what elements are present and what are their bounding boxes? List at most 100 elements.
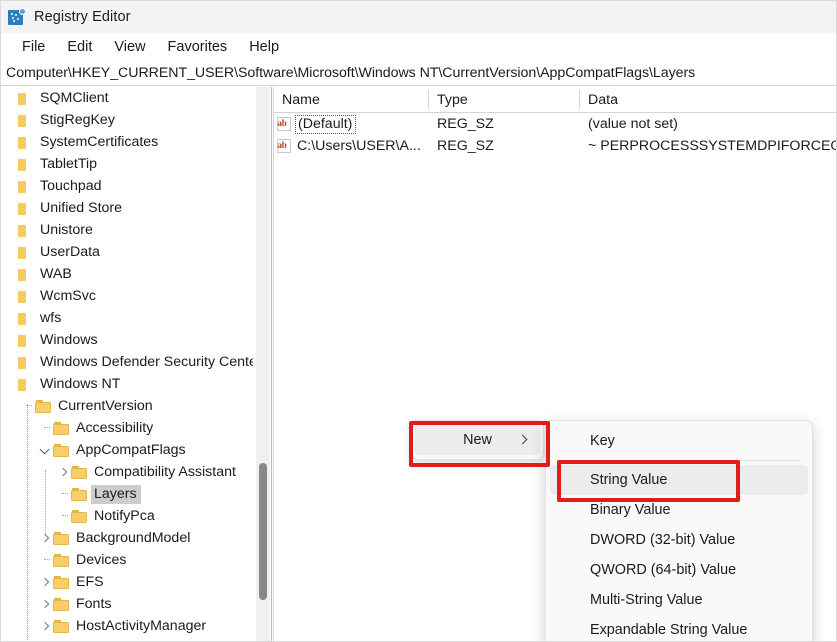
- tree-item-label: Layers: [91, 484, 141, 504]
- context-menu-item-new[interactable]: New: [415, 425, 540, 455]
- folder-icon: [17, 311, 35, 326]
- value-name-cell: ab C:\Users\USER\A...: [276, 135, 424, 157]
- folder-open-icon: [71, 487, 89, 502]
- tree-item-sqmclient[interactable]: SQMClient: [1, 87, 253, 109]
- value-name-label: (Default): [295, 114, 357, 134]
- tree-item-wab[interactable]: WAB: [1, 263, 253, 285]
- column-header-type[interactable]: Type: [429, 87, 579, 112]
- context-menu-submenu-new: Key String Value Binary Value DWORD (32-bit…: [545, 420, 813, 641]
- window-title: Registry Editor: [34, 9, 131, 25]
- submenu-item-label: Expandable String Value: [590, 622, 748, 638]
- value-type-cell: REG_SZ: [429, 113, 579, 135]
- chevron-right-icon[interactable]: [37, 593, 53, 615]
- tree-item-hostactivitymanager[interactable]: HostActivityManager: [1, 615, 253, 637]
- submenu-item-multi-string-value[interactable]: Multi-String Value: [550, 585, 808, 615]
- submenu-item-key[interactable]: Key: [550, 426, 808, 456]
- column-header-name[interactable]: Name: [274, 87, 428, 112]
- tree-connector: [1, 373, 17, 395]
- tree-item-userdata[interactable]: UserData: [1, 241, 253, 263]
- folder-open-icon: [35, 399, 53, 414]
- tree-scrollbar-thumb[interactable]: [259, 463, 267, 600]
- address-bar[interactable]: Computer\HKEY_CURRENT_USER\Software\Micr…: [1, 61, 836, 86]
- tree-item-currentversion[interactable]: CurrentVersion: [1, 395, 253, 417]
- tree-item-appcompatflags[interactable]: AppCompatFlags: [1, 439, 253, 461]
- value-row[interactable]: ab (Default) REG_SZ (value not set): [274, 113, 836, 135]
- submenu-item-dword-32-bit-value[interactable]: DWORD (32-bit) Value: [550, 525, 808, 555]
- tree-item-accessibility[interactable]: Accessibility: [1, 417, 253, 439]
- tree-item-wfs[interactable]: wfs: [1, 307, 253, 329]
- tree-item-windows-nt[interactable]: Windows NT: [1, 373, 253, 395]
- folder-open-icon: [53, 443, 71, 458]
- tree-item-devices[interactable]: Devices: [1, 549, 253, 571]
- value-data-label: ~ PERPROCESSSYSTEMDPIFORCEOFF: [588, 138, 837, 154]
- folder-open-icon: [71, 509, 89, 524]
- pane-divider[interactable]: [271, 87, 272, 641]
- value-name-cell: ab (Default): [276, 113, 357, 135]
- submenu-item-label: QWORD (64-bit) Value: [590, 562, 737, 578]
- submenu-item-binary-value[interactable]: Binary Value: [550, 495, 808, 525]
- folder-open-icon: [53, 553, 71, 568]
- folder-icon: [17, 91, 35, 106]
- tree-connector: [1, 175, 17, 197]
- string-value-icon: ab: [276, 116, 293, 132]
- chevron-down-icon[interactable]: [37, 439, 53, 461]
- tree-connector: [1, 263, 17, 285]
- folder-icon: [17, 377, 35, 392]
- submenu-item-expandable-string-value[interactable]: Expandable String Value: [550, 615, 808, 641]
- tree-item-touchpad[interactable]: Touchpad: [1, 175, 253, 197]
- folder-open-icon: [53, 619, 71, 634]
- value-type-cell: REG_SZ: [429, 135, 579, 157]
- tree-item-stigregkey[interactable]: StigRegKey: [1, 109, 253, 131]
- tree-item-systemcertificates[interactable]: SystemCertificates: [1, 131, 253, 153]
- tree-connector: [1, 153, 17, 175]
- tree-item-compatibility-assistant[interactable]: Compatibility Assistant: [1, 461, 253, 483]
- folder-icon: [17, 135, 35, 150]
- tree-item-label: BackgroundModel: [76, 529, 191, 546]
- tree-item-label: Accessibility: [76, 419, 154, 436]
- tree-item-layers[interactable]: Layers: [1, 483, 253, 505]
- submenu-item-string-value[interactable]: String Value: [550, 465, 808, 495]
- menu-item-favorites[interactable]: Favorites: [157, 37, 239, 57]
- menu-item-edit[interactable]: Edit: [56, 37, 103, 57]
- chevron-right-icon[interactable]: [37, 571, 53, 593]
- submenu-separator: [558, 460, 800, 461]
- folder-open-icon: [53, 575, 71, 590]
- value-row[interactable]: ab C:\Users\USER\A... REG_SZ ~ PERPROCESSSY…: [274, 135, 837, 157]
- chevron-right-icon[interactable]: [55, 461, 71, 483]
- submenu-item-qword-64-bit-value[interactable]: QWORD (64-bit) Value: [550, 555, 808, 585]
- tree-item-windows[interactable]: Windows: [1, 329, 253, 351]
- tree-connector: [55, 483, 71, 505]
- tree-connector: [1, 219, 17, 241]
- tree-item-windows-defender-security-center[interactable]: Windows Defender Security Center: [1, 351, 253, 373]
- tree-item-unistore[interactable]: Unistore: [1, 219, 253, 241]
- tree-item-label: StigRegKey: [40, 111, 115, 128]
- tree-item-label: WAB: [40, 265, 72, 282]
- tree-item-label: Unified Store: [40, 199, 123, 216]
- tree-item-efs[interactable]: EFS: [1, 571, 253, 593]
- tree-item-notifypca[interactable]: NotifyPca: [1, 505, 253, 527]
- menu-item-view[interactable]: View: [103, 37, 156, 57]
- chevron-right-icon: [517, 434, 528, 445]
- column-header-data[interactable]: Data: [580, 87, 836, 112]
- tree-connector-line: [27, 404, 28, 641]
- tree-item-backgroundmodel[interactable]: BackgroundModel: [1, 527, 253, 549]
- list-column-headers: Name Type Data: [274, 87, 836, 113]
- tree-item-fonts[interactable]: Fonts: [1, 593, 253, 615]
- tree-item-label: Touchpad: [40, 177, 102, 194]
- tree-connector: [1, 87, 17, 109]
- menu-item-help[interactable]: Help: [238, 37, 290, 57]
- tree-connector: [1, 131, 17, 153]
- tree-item-tablettip[interactable]: TabletTip: [1, 153, 253, 175]
- tree-item-wcmsvc[interactable]: WcmSvc: [1, 285, 253, 307]
- registry-tree[interactable]: SQMClient StigRegKey SystemCertificates Tab…: [1, 87, 253, 641]
- chevron-right-icon[interactable]: [37, 615, 53, 637]
- submenu-item-label: String Value: [590, 472, 668, 488]
- value-name-label: C:\Users\USER\A...: [297, 137, 421, 154]
- value-data-cell: (value not set): [580, 113, 836, 135]
- folder-icon: [17, 267, 35, 282]
- submenu-item-label: Key: [590, 433, 615, 449]
- menu-item-file[interactable]: File: [11, 37, 56, 57]
- tree-connector: [1, 329, 17, 351]
- tree-item-unified-store[interactable]: Unified Store: [1, 197, 253, 219]
- registry-editor-icon: [8, 7, 26, 26]
